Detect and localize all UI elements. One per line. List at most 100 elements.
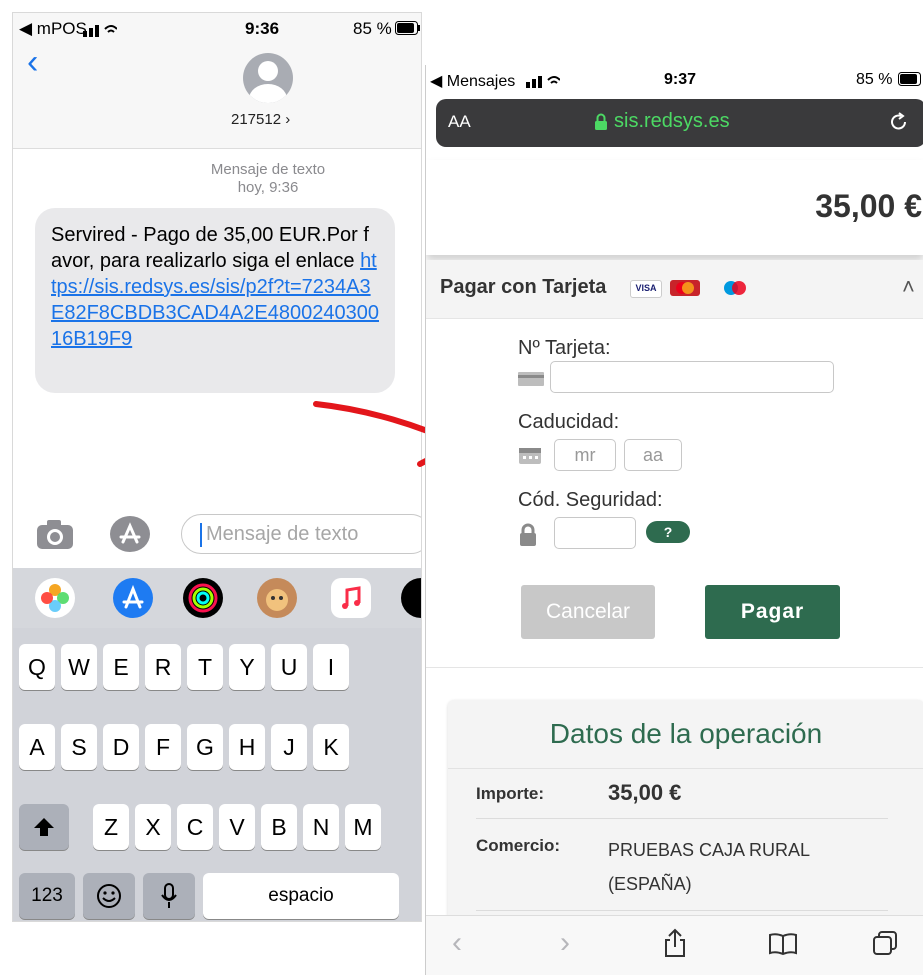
heart-app-icon[interactable] — [401, 578, 421, 618]
key-i[interactable]: I — [313, 644, 349, 690]
photos-app-icon[interactable] — [35, 578, 75, 618]
key-u[interactable]: U — [271, 644, 307, 690]
signal-icon — [526, 74, 561, 93]
contact-avatar-icon[interactable] — [243, 53, 293, 103]
music-app-icon[interactable] — [331, 578, 371, 618]
share-icon[interactable] — [664, 928, 686, 963]
status-carrier: ◀ Mensajes — [430, 73, 516, 90]
key-w[interactable]: W — [61, 644, 97, 690]
card-icon — [518, 371, 544, 392]
key-f[interactable]: F — [145, 724, 181, 770]
received-message-bubble: Servired - Pago de 35,00 EUR.Por favor, … — [35, 208, 395, 393]
security-help-button[interactable]: ? — [646, 521, 690, 543]
amount-label: Importe: — [476, 784, 544, 803]
status-time: 9:37 — [664, 71, 697, 88]
activity-app-icon[interactable] — [183, 578, 223, 618]
safari-toolbar: ‹ › — [426, 915, 923, 975]
back-chevron-icon[interactable]: ‹ — [27, 43, 38, 82]
row-divider — [476, 910, 888, 911]
key-v[interactable]: V — [219, 804, 255, 850]
collapse-chevron-icon[interactable]: ˄ — [902, 274, 915, 300]
expiry-year-input[interactable]: aa — [624, 439, 682, 471]
cancel-button[interactable]: Cancelar — [521, 585, 655, 639]
operation-data-title: Datos de la operación — [549, 718, 823, 749]
keyboard: Q W E R T Y U I A S D F G H J K Z X C V … — [13, 568, 421, 921]
visa-logo: VISA — [630, 280, 662, 298]
card-number-input[interactable] — [550, 361, 834, 393]
key-z[interactable]: Z — [93, 804, 129, 850]
key-g[interactable]: G — [187, 724, 223, 770]
row-divider — [476, 818, 888, 819]
memoji-app-icon[interactable] — [257, 578, 297, 618]
microphone-key-icon[interactable] — [143, 873, 195, 919]
key-d[interactable]: D — [103, 724, 139, 770]
key-r[interactable]: R — [145, 644, 181, 690]
security-code-input[interactable] — [554, 517, 636, 549]
key-x[interactable]: X — [135, 804, 171, 850]
keyboard-row-3: Z X C V B N M — [19, 804, 421, 850]
text-caret — [200, 523, 202, 547]
status-time: 9:36 — [245, 19, 280, 38]
amount-total: 35,00 € — [815, 188, 922, 224]
key-n[interactable]: N — [303, 804, 339, 850]
amount-value: 35,00 € — [608, 780, 682, 805]
key-h[interactable]: H — [229, 724, 265, 770]
appstore-app-icon[interactable] — [113, 578, 153, 618]
keyboard-row-4: 123 espacio — [19, 873, 421, 919]
pay-with-card-title: Pagar con Tarjeta — [440, 276, 607, 298]
calendar-icon — [518, 445, 542, 470]
key-q[interactable]: Q — [19, 644, 55, 690]
key-s[interactable]: S — [61, 724, 97, 770]
bookmarks-icon[interactable] — [768, 932, 798, 961]
safari-screen: ◀ Mensajes 9:37 85 % AA sis.redsys.es 35… — [425, 65, 923, 975]
status-battery: 85 % — [856, 71, 893, 88]
message-time: hoy, 9:36 — [237, 179, 299, 196]
merchant-value: PRUEBAS CAJA RURAL (ESPAÑA) — [608, 840, 810, 894]
reload-icon[interactable] — [888, 111, 910, 138]
battery-icon — [395, 21, 421, 40]
message-input-bar: Mensaje de texto — [13, 508, 421, 568]
maestro-logo-icon — [720, 280, 750, 296]
message-input[interactable]: Mensaje de texto — [181, 514, 421, 554]
key-m[interactable]: M — [345, 804, 381, 850]
url-domain[interactable]: sis.redsys.es — [614, 110, 730, 133]
numbers-key[interactable]: 123 — [19, 873, 75, 919]
contact-name[interactable]: 217512 › — [231, 111, 290, 128]
message-type: Mensaje de texto — [210, 161, 326, 178]
app-drawer — [13, 568, 421, 628]
address-bar[interactable]: AA sis.redsys.es — [436, 99, 923, 147]
key-b[interactable]: B — [261, 804, 297, 850]
forward-icon[interactable]: › — [560, 926, 570, 960]
card-number-label: Nº Tarjeta: — [518, 337, 611, 359]
emoji-key-icon[interactable] — [83, 873, 135, 919]
conversation-header: ◀ mPOS 9:36 85 % ‹ 217512 › — [13, 13, 421, 149]
pay-button[interactable]: Pagar — [705, 585, 840, 639]
key-t[interactable]: T — [187, 644, 223, 690]
section-divider — [426, 667, 923, 668]
key-k[interactable]: K — [313, 724, 349, 770]
key-a[interactable]: A — [19, 724, 55, 770]
pay-with-card-header[interactable]: Pagar con Tarjeta VISA ˄ — [426, 260, 923, 319]
lock-icon — [594, 113, 608, 136]
signal-icon — [83, 23, 118, 42]
key-y[interactable]: Y — [229, 644, 265, 690]
shift-key[interactable] — [19, 804, 69, 850]
amount-band: 35,00 € — [426, 160, 923, 255]
back-icon[interactable]: ‹ — [452, 926, 462, 960]
battery-icon — [898, 72, 923, 91]
expiry-month-input[interactable]: mr — [554, 439, 616, 471]
padlock-icon — [518, 523, 538, 552]
message-timestamp: Mensaje de texto hoy, 9:36 — [163, 161, 373, 197]
message-input-placeholder: Mensaje de texto — [206, 523, 359, 545]
key-j[interactable]: J — [271, 724, 307, 770]
key-e[interactable]: E — [103, 644, 139, 690]
merchant-label: Comercio: — [476, 836, 561, 855]
text-size-button[interactable]: AA — [448, 112, 471, 132]
app-store-icon[interactable] — [109, 514, 151, 559]
space-key[interactable]: espacio — [203, 873, 399, 919]
tabs-icon[interactable] — [872, 930, 898, 961]
panel-divider — [448, 768, 923, 769]
camera-icon[interactable] — [35, 518, 75, 555]
key-c[interactable]: C — [177, 804, 213, 850]
expiry-label: Caducidad: — [518, 411, 620, 433]
